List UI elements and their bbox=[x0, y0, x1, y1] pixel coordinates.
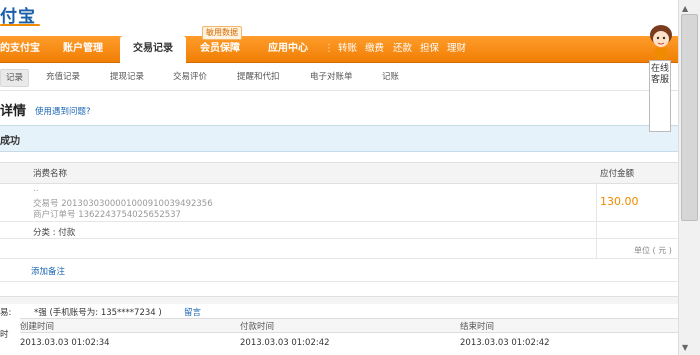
subnav-reminders[interactable]: 提醒和代扣 bbox=[237, 69, 280, 85]
nav-guarantee[interactable]: 担保 bbox=[420, 36, 439, 62]
unit-label: 单位 ( 元 ) bbox=[634, 246, 672, 255]
row-divider bbox=[0, 221, 678, 222]
member-badge: 敏用数据 bbox=[202, 26, 242, 40]
nav-finance[interactable]: 理财 bbox=[447, 36, 466, 62]
row-divider bbox=[0, 238, 678, 239]
add-note-link[interactable]: 添加备注 bbox=[31, 265, 65, 277]
row-divider bbox=[0, 258, 678, 259]
subnav-recharge[interactable]: 充值记录 bbox=[46, 69, 80, 85]
created-time-value: 2013.03.03 01:02:34 bbox=[20, 338, 110, 348]
subnav-e-statement[interactable]: 电子对账单 bbox=[310, 69, 353, 85]
section-separator bbox=[0, 296, 678, 304]
payee-label: 易: bbox=[0, 308, 12, 318]
scroll-thumb[interactable] bbox=[681, 14, 698, 221]
end-time-value: 2013.03.03 01:02:42 bbox=[460, 338, 550, 348]
nav-my-alipay[interactable]: 的支付宝 bbox=[0, 36, 40, 62]
nav-account-management[interactable]: 账户管理 bbox=[63, 36, 103, 62]
main-nav: 的支付宝 账户管理 交易记录 会员保障 应用中心 ⋮ 转账 缴费 还款 担保 理… bbox=[0, 36, 678, 63]
column-divider bbox=[596, 182, 597, 258]
online-service-label[interactable]: 在线客服 bbox=[649, 60, 671, 132]
scroll-down-arrow-icon[interactable]: ▼ bbox=[682, 343, 688, 352]
nav-pay-bills[interactable]: 缴费 bbox=[365, 36, 384, 62]
amount-value: 130.00 bbox=[600, 195, 639, 208]
logo-underline bbox=[0, 24, 40, 26]
paid-time-header: 付款时间 bbox=[240, 322, 275, 332]
merchant-order-number: 商户订单号 1362243754025652537 bbox=[33, 210, 181, 220]
nav-repay[interactable]: 还款 bbox=[393, 36, 412, 62]
top-header: 付宝 bbox=[0, 0, 678, 36]
scroll-up-arrow-icon[interactable]: ▲ bbox=[682, 4, 688, 13]
status-text: 成功 bbox=[0, 136, 20, 147]
sub-nav: 记录 充值记录 提现记录 交易评价 提醒和代扣 电子对账单 记账 bbox=[0, 63, 678, 91]
nav-transfer[interactable]: 转账 bbox=[338, 36, 357, 62]
subnav-records[interactable]: 记录 bbox=[0, 69, 30, 87]
service-avatar-icon bbox=[650, 25, 672, 59]
table-header bbox=[0, 162, 678, 184]
payee-info: *强 (手机账号为: 135****7234 ) bbox=[34, 308, 162, 318]
help-link[interactable]: 使用遇到问题? bbox=[35, 105, 91, 117]
end-time-header: 结束时间 bbox=[460, 322, 495, 332]
category-label: 分类 : 付款 bbox=[33, 228, 76, 238]
header-amount: 应付金额 bbox=[600, 169, 635, 179]
subnav-withdraw[interactable]: 提现记录 bbox=[110, 69, 144, 85]
nav-divider: ⋮ bbox=[324, 43, 334, 54]
paid-time-value: 2013.03.03 01:02:42 bbox=[240, 338, 330, 348]
status-bar bbox=[0, 125, 678, 152]
online-service-widget[interactable]: 在线客服 bbox=[646, 24, 676, 132]
item-dots: .. bbox=[33, 184, 39, 194]
time-label: 时 bbox=[0, 330, 9, 340]
page-title: 详情 bbox=[0, 104, 27, 119]
leave-message-link[interactable]: 留言 bbox=[184, 306, 201, 318]
nav-transaction-records[interactable]: 交易记录 bbox=[120, 36, 186, 63]
subnav-bookkeeping[interactable]: 记账 bbox=[382, 69, 399, 85]
header-item-name: 消费名称 bbox=[33, 169, 68, 179]
nav-app-center[interactable]: 应用中心 bbox=[268, 36, 308, 62]
row-divider bbox=[0, 281, 678, 282]
time-table-header bbox=[20, 318, 678, 333]
created-time-header: 创建时间 bbox=[20, 322, 55, 332]
subnav-evaluation[interactable]: 交易评价 bbox=[173, 69, 207, 85]
